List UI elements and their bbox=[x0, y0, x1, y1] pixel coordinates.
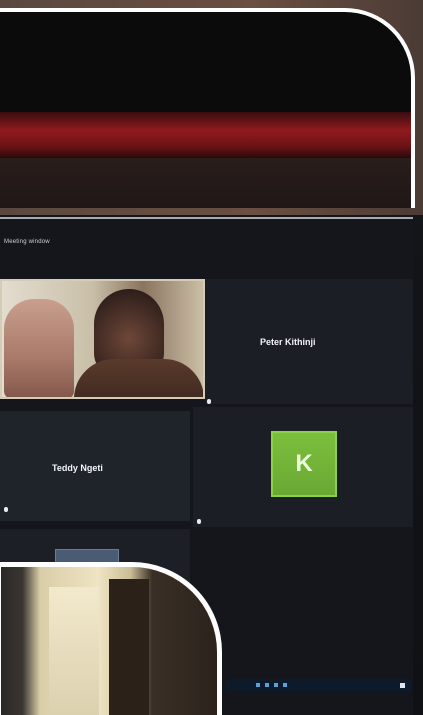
taskbar-app-icon[interactable] bbox=[256, 683, 260, 687]
meeting-title: Meeting window bbox=[4, 239, 50, 245]
avatar-initial: K bbox=[271, 431, 337, 497]
overlay-photo-frame bbox=[0, 562, 222, 715]
mic-icon bbox=[4, 507, 8, 512]
taskbar bbox=[226, 679, 411, 691]
overlay-door bbox=[49, 587, 99, 715]
participant-tile-k[interactable]: K bbox=[193, 407, 413, 527]
taskbar-app-icon[interactable] bbox=[283, 683, 287, 687]
participant-body bbox=[74, 359, 203, 397]
participant-name: Teddy Ngeti bbox=[52, 463, 103, 473]
participant-tile-teddy[interactable]: Teddy Ngeti bbox=[0, 411, 190, 521]
taskbar-app-icon[interactable] bbox=[274, 683, 278, 687]
frame-bottom-shade bbox=[0, 158, 411, 208]
participant-video-tile[interactable] bbox=[0, 279, 205, 399]
participant-tile-peter[interactable]: Peter Kithinji bbox=[205, 279, 413, 404]
red-band bbox=[0, 112, 411, 158]
notification-icon[interactable] bbox=[400, 682, 405, 688]
top-photo-frame bbox=[0, 8, 415, 208]
taskbar-app-icon[interactable] bbox=[265, 683, 269, 687]
photo-of-screen: Meeting window Peter Kithinji Teddy Nget… bbox=[0, 0, 423, 715]
overlay-door-frame bbox=[109, 579, 149, 715]
raised-hand bbox=[4, 299, 74, 397]
participant-name: Peter Kithinji bbox=[260, 337, 316, 347]
mic-icon bbox=[207, 399, 211, 404]
mic-icon bbox=[197, 519, 201, 524]
